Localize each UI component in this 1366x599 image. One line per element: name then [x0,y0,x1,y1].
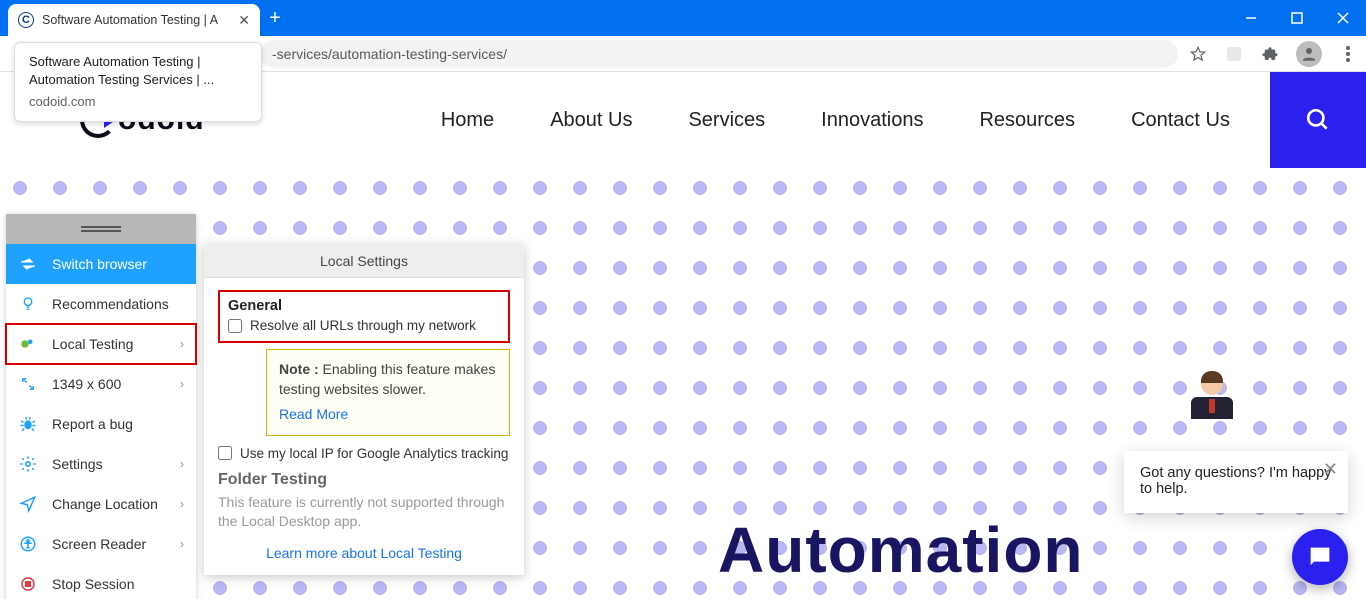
close-window-button[interactable] [1320,0,1366,36]
profile-avatar-icon[interactable] [1296,41,1322,67]
search-button[interactable] [1270,72,1366,168]
chevron-right-icon: › [180,377,184,391]
sidebar-recommendations[interactable]: Recommendations [6,284,196,324]
tab-title: Software Automation Testing | A [42,13,230,27]
resolve-urls-row[interactable]: Resolve all URLs through my network [228,318,500,333]
chat-close-icon[interactable]: ✕ [1323,459,1338,480]
extension-placeholder-icon[interactable] [1224,44,1244,64]
sidebar-change-location[interactable]: Change Location › [6,484,196,524]
sidebar-label: 1349 x 600 [52,376,121,392]
gear-icon [18,455,38,473]
resolve-urls-checkbox[interactable] [228,319,242,333]
sidebar-switch-browser[interactable]: Switch browser [6,244,196,284]
nav-resources[interactable]: Resources [979,109,1075,132]
local-settings-popover: Local Settings General Resolve all URLs … [204,244,524,575]
extensions-puzzle-icon[interactable] [1260,44,1280,64]
sidebar-report-bug[interactable]: Report a bug [6,404,196,444]
sidebar-label: Change Location [52,496,158,512]
testing-sidebar: Switch browser Recommendations Local Tes… [6,214,196,599]
ga-tracking-row[interactable]: Use my local IP for Google Analytics tra… [218,446,510,461]
note-box: Note : Enabling this feature makes testi… [266,349,510,436]
sidebar-stop-session[interactable]: Stop Session [6,564,196,599]
sidebar-resolution[interactable]: 1349 x 600 › [6,364,196,404]
sidebar-label: Report a bug [52,416,133,432]
address-bar[interactable]: -services/automation-testing-services/ [260,40,1178,68]
kebab-menu-icon[interactable] [1338,44,1358,64]
browser-titlebar: C Software Automation Testing | A ✕ + [0,0,1366,36]
general-heading: General [228,298,500,314]
chevron-right-icon: › [180,497,184,511]
read-more-link[interactable]: Read More [279,405,348,425]
browser-tab[interactable]: C Software Automation Testing | A ✕ [8,4,260,36]
location-arrow-icon [18,495,38,513]
expand-icon [18,376,38,392]
url-text: -services/automation-testing-services/ [272,46,507,62]
swap-icon [18,255,38,273]
chat-launcher-button[interactable] [1292,529,1348,585]
bookmark-star-icon[interactable] [1188,44,1208,64]
accessibility-icon [18,535,38,553]
sidebar-label: Switch browser [52,256,147,272]
sidebar-local-testing[interactable]: Local Testing › [6,324,196,364]
note-label: Note : [279,361,319,377]
sidebar-screen-reader[interactable]: Screen Reader › [6,524,196,564]
folder-testing-section: Folder Testing This feature is currently… [218,471,510,531]
tooltip-title: Software Automation Testing | Automation… [29,53,247,88]
learn-more-link[interactable]: Learn more about Local Testing [218,545,510,561]
new-tab-button[interactable]: + [260,0,290,36]
popover-title: Local Settings [204,244,524,278]
tab-favicon: C [18,12,34,28]
sidebar-label: Screen Reader [52,536,146,552]
tooltip-domain: codoid.com [29,94,247,109]
nav-innovations[interactable]: Innovations [821,109,923,132]
bug-icon [18,415,38,433]
chat-message: Got any questions? I'm happy to help. [1140,465,1331,497]
ga-tracking-label: Use my local IP for Google Analytics tra… [240,446,508,461]
maximize-button[interactable] [1274,0,1320,36]
sidebar-drag-handle[interactable] [6,214,196,244]
lightbulb-icon [18,295,38,313]
stop-icon [18,575,38,593]
ga-tracking-checkbox[interactable] [218,446,232,460]
local-testing-icon [18,335,38,353]
chat-greeting-card: ✕ Got any questions? I'm happy to help. [1124,451,1348,513]
hero-section: Automation Switch browser Recommendation… [0,168,1366,599]
folder-heading: Folder Testing [218,471,510,489]
nav-about[interactable]: About Us [550,109,632,132]
chevron-right-icon: › [180,457,184,471]
sidebar-label: Local Testing [52,336,133,352]
hero-title: Automation [718,513,1084,587]
nav-services[interactable]: Services [688,109,765,132]
close-tab-icon[interactable]: ✕ [238,12,250,29]
window-controls [1228,0,1366,36]
sidebar-label: Recommendations [52,296,169,312]
folder-desc: This feature is currently not supported … [218,493,510,531]
sidebar-settings[interactable]: Settings › [6,444,196,484]
nav-contact[interactable]: Contact Us [1131,109,1230,132]
sidebar-label: Settings [52,456,103,472]
chevron-right-icon: › [180,337,184,351]
resolve-urls-label: Resolve all URLs through my network [250,318,476,333]
sidebar-label: Stop Session [52,576,135,592]
tab-tooltip: Software Automation Testing | Automation… [14,42,262,122]
nav-home[interactable]: Home [441,109,494,132]
general-section: General Resolve all URLs through my netw… [218,290,510,343]
chevron-right-icon: › [180,537,184,551]
main-nav: Home About Us Services Innovations Resou… [441,109,1230,132]
minimize-button[interactable] [1228,0,1274,36]
agent-avatar [1188,373,1236,421]
